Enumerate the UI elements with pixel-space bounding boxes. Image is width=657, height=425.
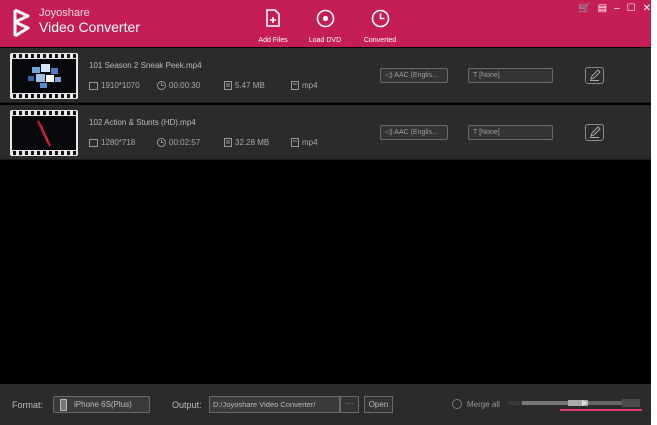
- resolution-value: 1280*718: [101, 138, 136, 147]
- cart-icon[interactable]: 🛒: [578, 3, 590, 15]
- subtitle-icon: T: [473, 129, 478, 136]
- merge-all-label: Merge all: [467, 400, 500, 409]
- app-name-brand: Joyoshare: [39, 7, 90, 19]
- load-dvd-button[interactable]: Load DVD: [297, 9, 353, 47]
- format-icon: [291, 138, 299, 147]
- subtitle-select[interactable]: T [None]: [468, 68, 553, 83]
- phone-icon: [60, 399, 67, 411]
- audio-track-select[interactable]: ◁) AAC (Englis...: [380, 68, 448, 83]
- subtitle-value: [None]: [479, 129, 500, 136]
- format-info: mp4: [291, 138, 318, 147]
- convert-button[interactable]: [508, 396, 648, 414]
- format-value: mp4: [302, 81, 318, 90]
- converted-label: Converted: [363, 37, 397, 44]
- browse-button[interactable]: ···: [340, 396, 359, 413]
- window-controls: 🛒 ▤ – ☐ ✕: [578, 2, 651, 16]
- subtitle-value: [None]: [479, 72, 500, 79]
- output-format-select[interactable]: iPhone 6S(Plus): [53, 396, 150, 413]
- audio-track-value: AAC (Englis...: [394, 72, 438, 79]
- format-info: mp4: [291, 81, 318, 90]
- resolution-info: 1910*1070: [89, 81, 140, 90]
- clock-icon: [157, 81, 166, 90]
- app-window: Joyoshare Video Converter Add Files Load…: [0, 0, 657, 425]
- file-name: 102 Action & Stunts (HD).mp4: [89, 118, 196, 127]
- size-value: 32.28 MB: [235, 138, 270, 147]
- title-bar: Joyoshare Video Converter Add Files Load…: [0, 0, 657, 47]
- output-format-value: iPhone 6S(Plus): [74, 400, 132, 409]
- window-edge: [651, 0, 657, 425]
- video-thumbnail: [10, 110, 78, 156]
- convert-progress-icon: [508, 399, 642, 411]
- format-value: mp4: [302, 138, 318, 147]
- maximize-button[interactable]: ☐: [627, 3, 636, 15]
- close-button[interactable]: ✕: [643, 3, 651, 15]
- size-value: 5.47 MB: [235, 81, 265, 90]
- subtitle-select[interactable]: T [None]: [468, 125, 553, 140]
- converted-button[interactable]: Converted: [352, 9, 408, 47]
- open-folder-button[interactable]: Open: [364, 396, 393, 413]
- add-file-icon: [266, 9, 280, 27]
- file-list-empty-area: [0, 161, 657, 384]
- audio-track-select[interactable]: ◁) AAC (Englis...: [380, 125, 448, 140]
- file-name: 101 Season 2 Sneak Peek.mp4: [89, 61, 202, 70]
- subtitle-icon: T: [473, 72, 478, 79]
- clock-icon: [371, 9, 389, 28]
- edit-pencil-icon: [590, 126, 601, 138]
- file-size-icon: [224, 138, 232, 147]
- merge-all-checkbox[interactable]: [452, 399, 462, 409]
- speaker-icon: ◁): [385, 72, 393, 79]
- format-icon: [291, 81, 299, 90]
- screen-icon: [89, 138, 98, 147]
- clock-icon: [157, 138, 166, 147]
- duration-info: 00:02:57: [157, 138, 200, 147]
- joyoshare-logo-icon: [13, 8, 30, 38]
- file-row[interactable]: 102 Action & Stunts (HD).mp4 1280*718 00…: [0, 105, 657, 160]
- edit-button[interactable]: [585, 67, 604, 84]
- speaker-icon: ◁): [385, 129, 393, 136]
- duration-value: 00:00:30: [169, 81, 201, 90]
- app-name-product: Video Converter: [39, 19, 140, 35]
- format-label: Format:: [12, 400, 44, 410]
- add-files-label: Add Files: [258, 37, 288, 44]
- resolution-info: 1280*718: [89, 138, 135, 147]
- duration-value: 00:02:57: [169, 138, 201, 147]
- screen-icon: [89, 81, 98, 90]
- bottom-bar: Format: iPhone 6S(Plus) Output: D:/Joyos…: [0, 384, 657, 425]
- resolution-value: 1910*1070: [101, 81, 140, 90]
- menu-icon[interactable]: ▤: [598, 3, 607, 15]
- minimize-button[interactable]: –: [614, 3, 620, 15]
- load-dvd-label: Load DVD: [308, 37, 342, 44]
- thumbnail-action-icon: [36, 120, 52, 147]
- output-label: Output:: [172, 400, 202, 410]
- edit-pencil-icon: [590, 69, 601, 81]
- thumbnail-collage-icon: [28, 64, 61, 88]
- edit-button[interactable]: [585, 124, 604, 141]
- size-info: 32.28 MB: [224, 138, 269, 147]
- add-files-button[interactable]: Add Files: [245, 9, 301, 47]
- dvd-disc-icon: [316, 9, 334, 28]
- file-row[interactable]: 101 Season 2 Sneak Peek.mp4 1910*1070 00…: [0, 48, 657, 103]
- output-path-field[interactable]: D:/Joyoshare Video Converter/: [209, 396, 340, 413]
- video-thumbnail: [10, 53, 78, 99]
- size-info: 5.47 MB: [224, 81, 265, 90]
- duration-info: 00:00:30: [157, 81, 200, 90]
- file-size-icon: [224, 81, 232, 90]
- audio-track-value: AAC (Englis...: [394, 129, 438, 136]
